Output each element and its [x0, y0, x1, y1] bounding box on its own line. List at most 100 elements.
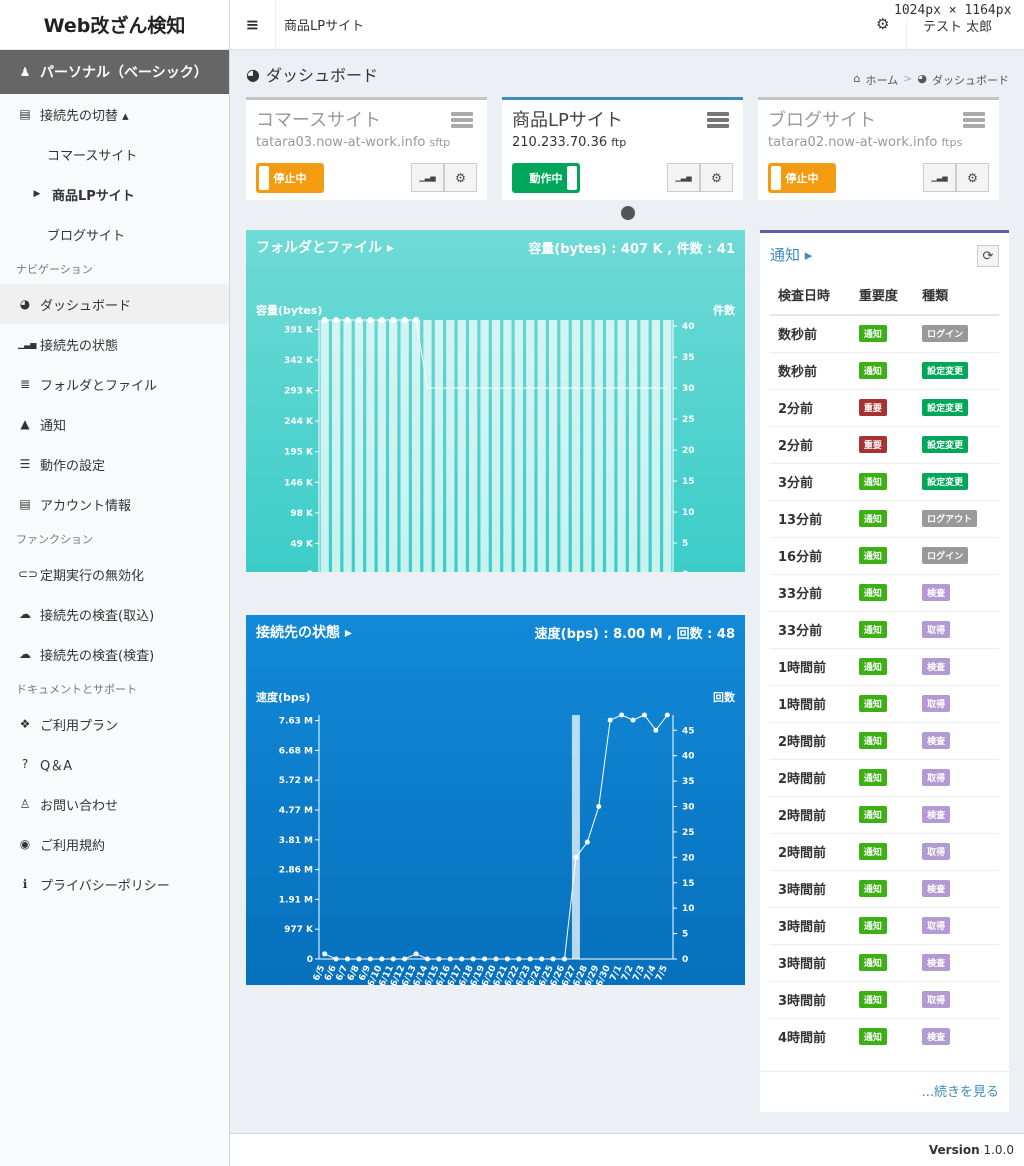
sidebar-item-cloud[interactable]: ☁ 接続先の検査(検査) — [0, 634, 229, 674]
signal-icon[interactable]: ▁▃▅ — [923, 163, 956, 192]
connection-status-chart: 速度(bps) 回数 0 977 K 1.91 M 2.86 M 3.81 M 4.77 M 5… — [256, 690, 736, 988]
server-icon — [707, 112, 729, 130]
refresh-icon[interactable]: ⟳ — [977, 245, 999, 267]
notification-row[interactable]: 3時間前 通知 検査 — [770, 943, 999, 981]
site-card-protocol: ftps — [941, 136, 963, 149]
notification-row[interactable]: 3時間前 通知 取得 — [770, 980, 999, 1018]
notification-row[interactable]: 3時間前 通知 検査 — [770, 869, 999, 907]
notification-row[interactable]: 16分前 通知 ログイン — [770, 536, 999, 574]
status-toggle[interactable]: 停止中 — [768, 163, 836, 193]
gear-icon[interactable]: ⚙ — [700, 163, 733, 192]
notification-time: 2分前 — [770, 425, 851, 463]
notification-row[interactable]: 1時間前 通知 取得 — [770, 684, 999, 722]
user-icon: ♟ — [19, 65, 31, 79]
sidebar-site-blog[interactable]: ブログサイト — [0, 214, 229, 254]
site-card-host: tatara02.now-at-work.info ftps — [768, 135, 989, 150]
count-point — [550, 956, 556, 962]
notification-level-cell: 通知 — [850, 832, 915, 870]
notification-title[interactable]: 通知 ▸ — [770, 244, 812, 265]
breadcrumb-home[interactable]: ホーム — [866, 72, 899, 88]
plan-badge[interactable]: ♟ パーソナル（ベーシック） — [0, 50, 229, 94]
site-card-protocol: ftp — [611, 136, 627, 149]
menu-toggle-icon[interactable]: ≡ — [230, 0, 276, 50]
sidebar-item-toggle-off[interactable]: ⊂⊃ 定期実行の無効化 — [0, 554, 229, 594]
notification-row[interactable]: 3時間前 通知 取得 — [770, 906, 999, 944]
bar-mark — [366, 320, 375, 574]
bar-mark — [514, 320, 523, 574]
sidebar-item-user-md[interactable]: ♙ お問い合わせ — [0, 784, 229, 824]
sidebar-item-cubes[interactable]: ❖ ご利用プラン — [0, 704, 229, 744]
settings-gear-icon[interactable]: ⚙ — [876, 15, 889, 33]
count-point — [401, 317, 408, 323]
connection-chart-title[interactable]: 接続先の状態 ▸ — [256, 622, 352, 642]
notification-row[interactable]: 4時間前 通知 検査 — [770, 1017, 999, 1055]
sidebar-item-bell[interactable]: ▲ 通知 — [0, 404, 229, 444]
count-point — [584, 839, 590, 845]
level-badge: 通知 — [858, 732, 887, 749]
gear-icon[interactable]: ⚙ — [956, 163, 989, 192]
count-point — [355, 317, 362, 323]
sidebar-item-cloud-download[interactable]: ☁ 接続先の検査(取込) — [0, 594, 229, 634]
bar-mark — [446, 320, 455, 574]
see-more-link[interactable]: ...続きを見る — [922, 1081, 999, 1100]
notification-row[interactable]: 数秒前 通知 設定変更 — [770, 351, 999, 389]
sidebar-item-dashboard[interactable]: ◕ ダッシュボード — [0, 284, 229, 324]
gear-icon[interactable]: ⚙ — [444, 163, 477, 192]
plan-label: パーソナル（ベーシック） — [40, 65, 208, 81]
kind-badge: 取得 — [922, 917, 951, 934]
sidebar-item-question[interactable]: ? Q＆A — [0, 744, 229, 784]
notification-kind-cell: 取得 — [914, 832, 999, 870]
sidebar-item-info[interactable]: ℹ プライバシーポリシー — [0, 864, 229, 904]
sidebar-item-sliders[interactable]: ☰ 動作の設定 — [0, 444, 229, 484]
count-point — [504, 956, 510, 962]
sidebar-item-database[interactable]: ≣ フォルダとファイル — [0, 364, 229, 404]
notification-row[interactable]: 数秒前 通知 ログイン — [770, 314, 999, 352]
notification-row[interactable]: 2時間前 通知 検査 — [770, 795, 999, 833]
notification-time: 33分前 — [770, 610, 851, 648]
notification-row[interactable]: 3分前 通知 設定変更 — [770, 462, 999, 500]
notification-row[interactable]: 2時間前 通知 取得 — [770, 832, 999, 870]
sidebar-item-eye[interactable]: ◉ ご利用規約 — [0, 824, 229, 864]
left-tick-label: 0 — [307, 955, 313, 965]
bar-mark — [560, 320, 569, 574]
sidebar-item-id-card[interactable]: ▤ アカウント情報 — [0, 484, 229, 524]
site-card[interactable]: コマースサイト tatara03.now-at-work.info sftp 停止中… — [246, 97, 487, 200]
app-logo[interactable]: Web改ざん検知 — [0, 0, 229, 50]
notification-row[interactable]: 2分前 重要 設定変更 — [770, 388, 999, 426]
notification-time: 2時間前 — [770, 832, 851, 870]
site-card[interactable]: ブログサイト tatara02.now-at-work.info ftps 停止中 ▁… — [758, 97, 999, 200]
signal-icon[interactable]: ▁▃▅ — [667, 163, 700, 192]
left-tick-label: 49 K — [290, 539, 314, 549]
sidebar-site-commerce[interactable]: コマースサイト — [0, 134, 229, 174]
signal-icon[interactable]: ▁▃▅ — [411, 163, 444, 192]
notification-row[interactable]: 13分前 通知 ログアウト — [770, 499, 999, 537]
carousel-indicator[interactable] — [621, 206, 635, 220]
notification-row[interactable]: 2時間前 通知 取得 — [770, 758, 999, 796]
cubes-icon: ❖ — [19, 717, 31, 731]
right-tick-label: 0 — [682, 570, 688, 572]
status-toggle[interactable]: 停止中 — [256, 163, 324, 193]
site-card-actions: ▁▃▅ ⚙ — [923, 163, 989, 192]
notification-row[interactable]: 33分前 通知 検査 — [770, 573, 999, 611]
status-toggle[interactable]: 動作中 — [512, 163, 580, 193]
count-point — [356, 956, 362, 962]
bar-mark — [469, 320, 478, 574]
kind-badge: 検査 — [922, 954, 951, 971]
count-point — [402, 956, 408, 962]
sidebar-item-signal[interactable]: ▁▃▅ 接続先の状態 — [0, 324, 229, 364]
notification-row[interactable]: 2時間前 通知 検査 — [770, 721, 999, 759]
site-switcher[interactable]: ▤ 接続先の切替 ▴ — [0, 94, 229, 134]
sidebar-site-lp[interactable]: ▶ 商品LPサイト — [0, 174, 229, 214]
status-label: 停止中 — [785, 172, 819, 185]
right-tick-label: 20 — [682, 446, 695, 456]
site-card[interactable]: 商品LPサイト 210.233.70.36 ftp 動作中 ▁▃▅ ⚙ — [502, 97, 743, 200]
notification-kind-cell: 検査 — [914, 795, 999, 833]
notification-row[interactable]: 33分前 通知 取得 — [770, 610, 999, 648]
kind-badge: 取得 — [922, 843, 951, 860]
count-point — [367, 317, 374, 323]
notification-row[interactable]: 1時間前 通知 検査 — [770, 647, 999, 685]
folder-chart-title[interactable]: フォルダとファイル ▸ — [256, 237, 394, 257]
notification-kind-cell: ログイン — [914, 536, 999, 574]
notification-row[interactable]: 2分前 重要 設定変更 — [770, 425, 999, 463]
right-tick-label: 45 — [682, 726, 695, 736]
